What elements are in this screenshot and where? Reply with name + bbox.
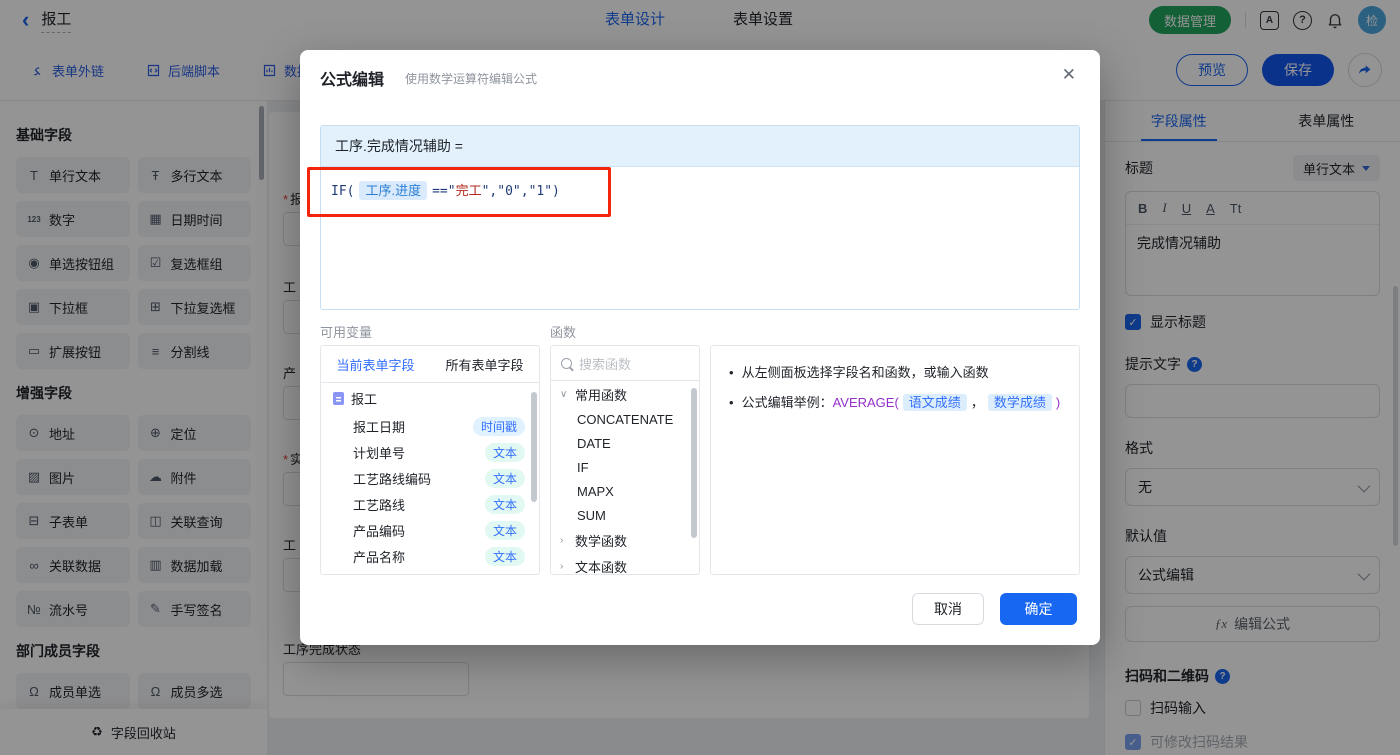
form-doc-icon — [333, 391, 344, 405]
help-fn-close: ) — [1055, 395, 1061, 410]
function-group-数学函数[interactable]: › 数学函数 — [551, 527, 699, 553]
variable-type-badge: 文本 — [484, 520, 525, 540]
search-placeholder: 搜索函数 — [579, 356, 632, 372]
function-item-IF[interactable]: IF — [551, 455, 699, 479]
formula-op: ","0","1") — [481, 184, 560, 199]
variable-row-工艺路线[interactable]: 工艺路线 文本 — [321, 491, 539, 517]
function-group-label: 常用函数 — [575, 387, 628, 403]
variable-type-badge: 文本 — [484, 468, 525, 488]
function-group-文本函数[interactable]: › 文本函数 — [551, 553, 699, 575]
caret-icon: › — [560, 534, 564, 546]
variable-row-计划单号[interactable]: 计划单号 文本 — [321, 439, 539, 465]
variable-name: 工艺路线 — [353, 497, 406, 513]
caret-icon: ∨ — [560, 388, 568, 400]
variable-row-工艺路线编码[interactable]: 工艺路线编码 文本 — [321, 465, 539, 491]
cancel-button[interactable]: 取消 — [912, 593, 984, 625]
help-example-prefix: 公式编辑举例： — [741, 395, 833, 410]
function-group-常用函数[interactable]: ∨ 常用函数 — [551, 381, 699, 407]
functions-panel: 搜索函数 ∨ 常用函数 CONCATENATE DATE IF MAPX SUM › 数学函数 ›… — [550, 345, 700, 575]
variables-panel: 当前表单字段 所有表单字段 报工 报工日期 时间戳 计划单号 文本 工艺路线编码 文本 工艺… — [320, 345, 540, 575]
help-field-token[interactable]: 语文成绩 — [902, 394, 967, 411]
app-screen: ‹ 报工 表单设计 表单设置 数据管理 A ? 检 表单外链后端脚本数据权限 预… — [0, 0, 1400, 755]
formula-target: 工序.完成情况辅助 = — [321, 126, 1079, 167]
functions-scrollbar[interactable] — [691, 388, 697, 538]
variable-row-产品编码[interactable]: 产品编码 文本 — [321, 517, 539, 543]
variable-row-产品名称[interactable]: 产品名称 文本 — [321, 543, 539, 569]
function-group-label: 数学函数 — [575, 533, 628, 549]
tab-all-form-fields[interactable]: 所有表单字段 — [430, 346, 539, 382]
variable-name: 计划单号 — [353, 445, 406, 461]
variables-root-node[interactable]: 报工 — [321, 383, 539, 413]
formula-editor: 工序.完成情况辅助 = IF( 工序.进度 =="完工","0","1") — [320, 125, 1080, 310]
modal-title: 公式编辑 — [320, 72, 385, 89]
variable-row-报工日期[interactable]: 报工日期 时间戳 — [321, 413, 539, 439]
function-item-DATE[interactable]: DATE — [551, 431, 699, 455]
formula-keyword: IF( — [331, 184, 355, 199]
functions-label: 函数 — [550, 325, 577, 340]
search-icon — [561, 357, 572, 369]
function-item-CONCATENATE[interactable]: CONCATENATE — [551, 407, 699, 431]
variable-name: 工艺路线编码 — [353, 471, 432, 487]
help-field-token[interactable]: 数学成绩 — [987, 394, 1052, 411]
help-fn-open: AVERAGE( — [832, 395, 899, 410]
function-search-input[interactable]: 搜索函数 — [551, 346, 699, 381]
function-item-MAPX[interactable]: MAPX — [551, 479, 699, 503]
variable-name: 产品名称 — [353, 549, 406, 565]
root-form-name: 报工 — [351, 391, 378, 407]
formula-string: 完工 — [455, 184, 482, 199]
formula-field-token[interactable]: 工序.进度 — [359, 181, 428, 200]
modal-subtitle: 使用数学运算符编辑公式 — [405, 72, 538, 86]
help-line-1: 从左侧面板选择字段名和函数，或输入函数 — [741, 365, 989, 380]
variables-scrollbar[interactable] — [531, 392, 537, 502]
help-example: 公式编辑举例：AVERAGE(语文成绩，数学成绩) — [741, 392, 1061, 413]
variable-name: 报工日期 — [353, 419, 406, 435]
variable-type-badge: 文本 — [484, 442, 525, 462]
formula-help-panel: 从左侧面板选择字段名和函数，或输入函数 公式编辑举例：AVERAGE(语文成绩，… — [710, 345, 1080, 575]
variable-type-badge: 文本 — [484, 546, 525, 566]
variables-label: 可用变量 — [320, 325, 373, 340]
close-icon[interactable]: ✕ — [1062, 65, 1076, 85]
function-item-SUM[interactable]: SUM — [551, 503, 699, 527]
caret-icon: › — [560, 560, 564, 572]
formula-input[interactable]: IF( 工序.进度 =="完工","0","1") — [321, 167, 1079, 212]
function-group-label: 文本函数 — [575, 559, 628, 575]
variable-type-badge: 时间戳 — [472, 416, 525, 436]
formula-editor-modal: 公式编辑 使用数学运算符编辑公式 ✕ 工序.完成情况辅助 = IF( 工序.进度 =… — [300, 50, 1100, 645]
help-separator: ， — [970, 395, 984, 410]
variable-type-badge: 文本 — [484, 494, 525, 514]
tab-current-form-fields[interactable]: 当前表单字段 — [321, 346, 430, 382]
formula-op: ==" — [432, 184, 456, 199]
confirm-button[interactable]: 确定 — [1000, 593, 1077, 625]
variable-name: 产品编码 — [353, 523, 406, 539]
